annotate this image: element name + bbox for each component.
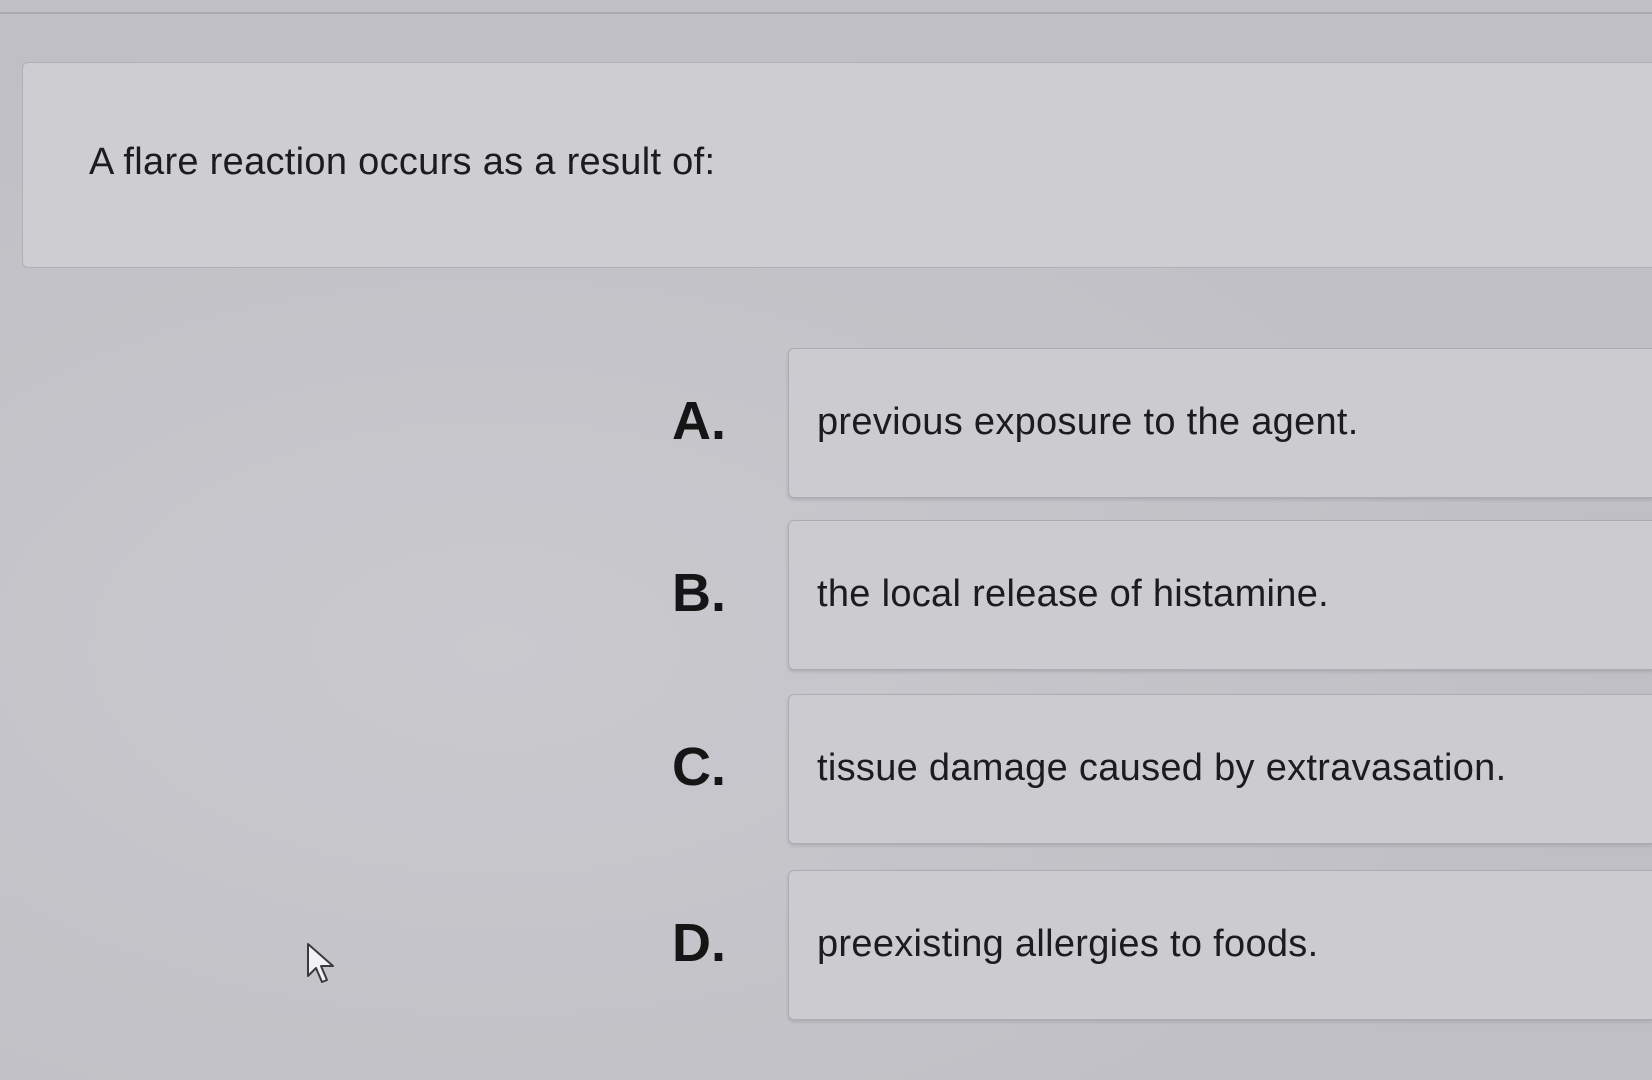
answer-option-d[interactable]: D. preexisting allergies to foods. (660, 870, 1652, 1020)
answer-text-c: tissue damage caused by extravasation. (817, 747, 1507, 789)
answer-letter-b: B. (672, 563, 726, 623)
answer-box-d[interactable]: preexisting allergies to foods. (788, 870, 1652, 1020)
answer-letter-d: D. (672, 913, 726, 973)
answer-box-b[interactable]: the local release of histamine. (788, 520, 1652, 670)
answer-box-a[interactable]: previous exposure to the agent. (788, 348, 1652, 498)
answer-text-a: previous exposure to the agent. (817, 401, 1359, 443)
answer-text-b: the local release of histamine. (817, 573, 1330, 615)
question-card: A flare reaction occurs as a result of: (22, 62, 1652, 268)
top-divider (0, 12, 1652, 14)
question-text: A flare reaction occurs as a result of: (89, 141, 716, 183)
answer-text-d: preexisting allergies to foods. (817, 923, 1319, 965)
answer-letter-a: A. (672, 391, 726, 451)
answer-letter-c: C. (672, 737, 726, 797)
answer-option-b[interactable]: B. the local release of histamine. (660, 520, 1652, 670)
answer-box-c[interactable]: tissue damage caused by extravasation. (788, 694, 1652, 844)
answer-option-c[interactable]: C. tissue damage caused by extravasation… (660, 694, 1652, 844)
answer-option-a[interactable]: A. previous exposure to the agent. (660, 348, 1652, 498)
arrow-pointer-icon (307, 943, 334, 983)
